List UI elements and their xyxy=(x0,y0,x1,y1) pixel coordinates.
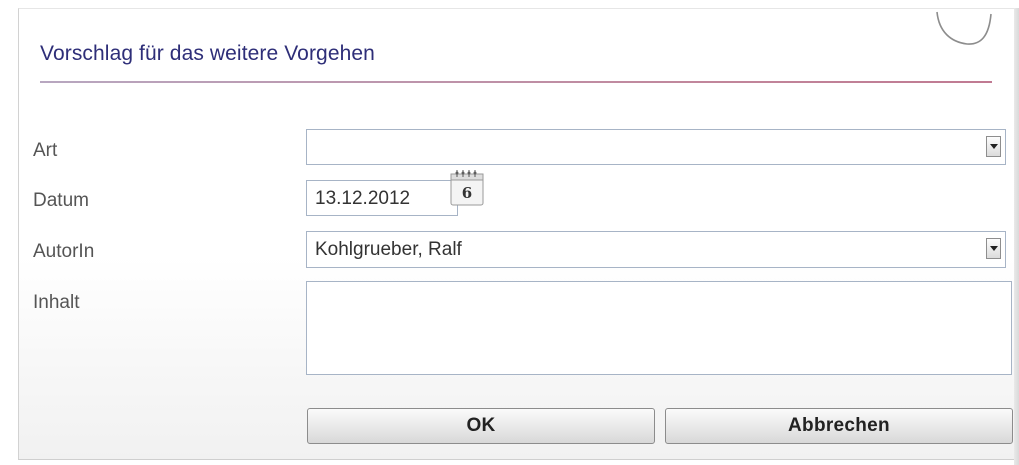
datum-label: Datum xyxy=(33,190,89,211)
datum-value: 13.12.2012 xyxy=(315,188,411,209)
chevron-down-icon[interactable] xyxy=(986,238,1001,259)
ok-button[interactable]: OK xyxy=(307,408,655,444)
decorative-swirl-icon xyxy=(936,11,992,45)
cancel-button[interactable]: Abbrechen xyxy=(665,408,1013,444)
autorin-select-value: Kohlgrueber, Ralf xyxy=(315,239,462,260)
calendar-icon[interactable]: 6 xyxy=(447,168,487,208)
chevron-down-icon[interactable] xyxy=(986,136,1001,157)
art-select[interactable] xyxy=(306,129,1006,165)
calendar-day: 6 xyxy=(462,184,472,202)
dialog-shadow xyxy=(1014,8,1019,465)
dialog-title: Vorschlag für das weitere Vorgehen xyxy=(40,42,375,65)
inhalt-label: Inhalt xyxy=(33,292,80,313)
title-divider xyxy=(40,81,992,83)
inhalt-textarea[interactable] xyxy=(306,281,1012,375)
datum-input[interactable]: 13.12.2012 xyxy=(306,180,458,216)
autorin-label: AutorIn xyxy=(33,241,95,262)
art-label: Art xyxy=(33,140,58,161)
autorin-select[interactable]: Kohlgrueber, Ralf xyxy=(306,231,1006,268)
